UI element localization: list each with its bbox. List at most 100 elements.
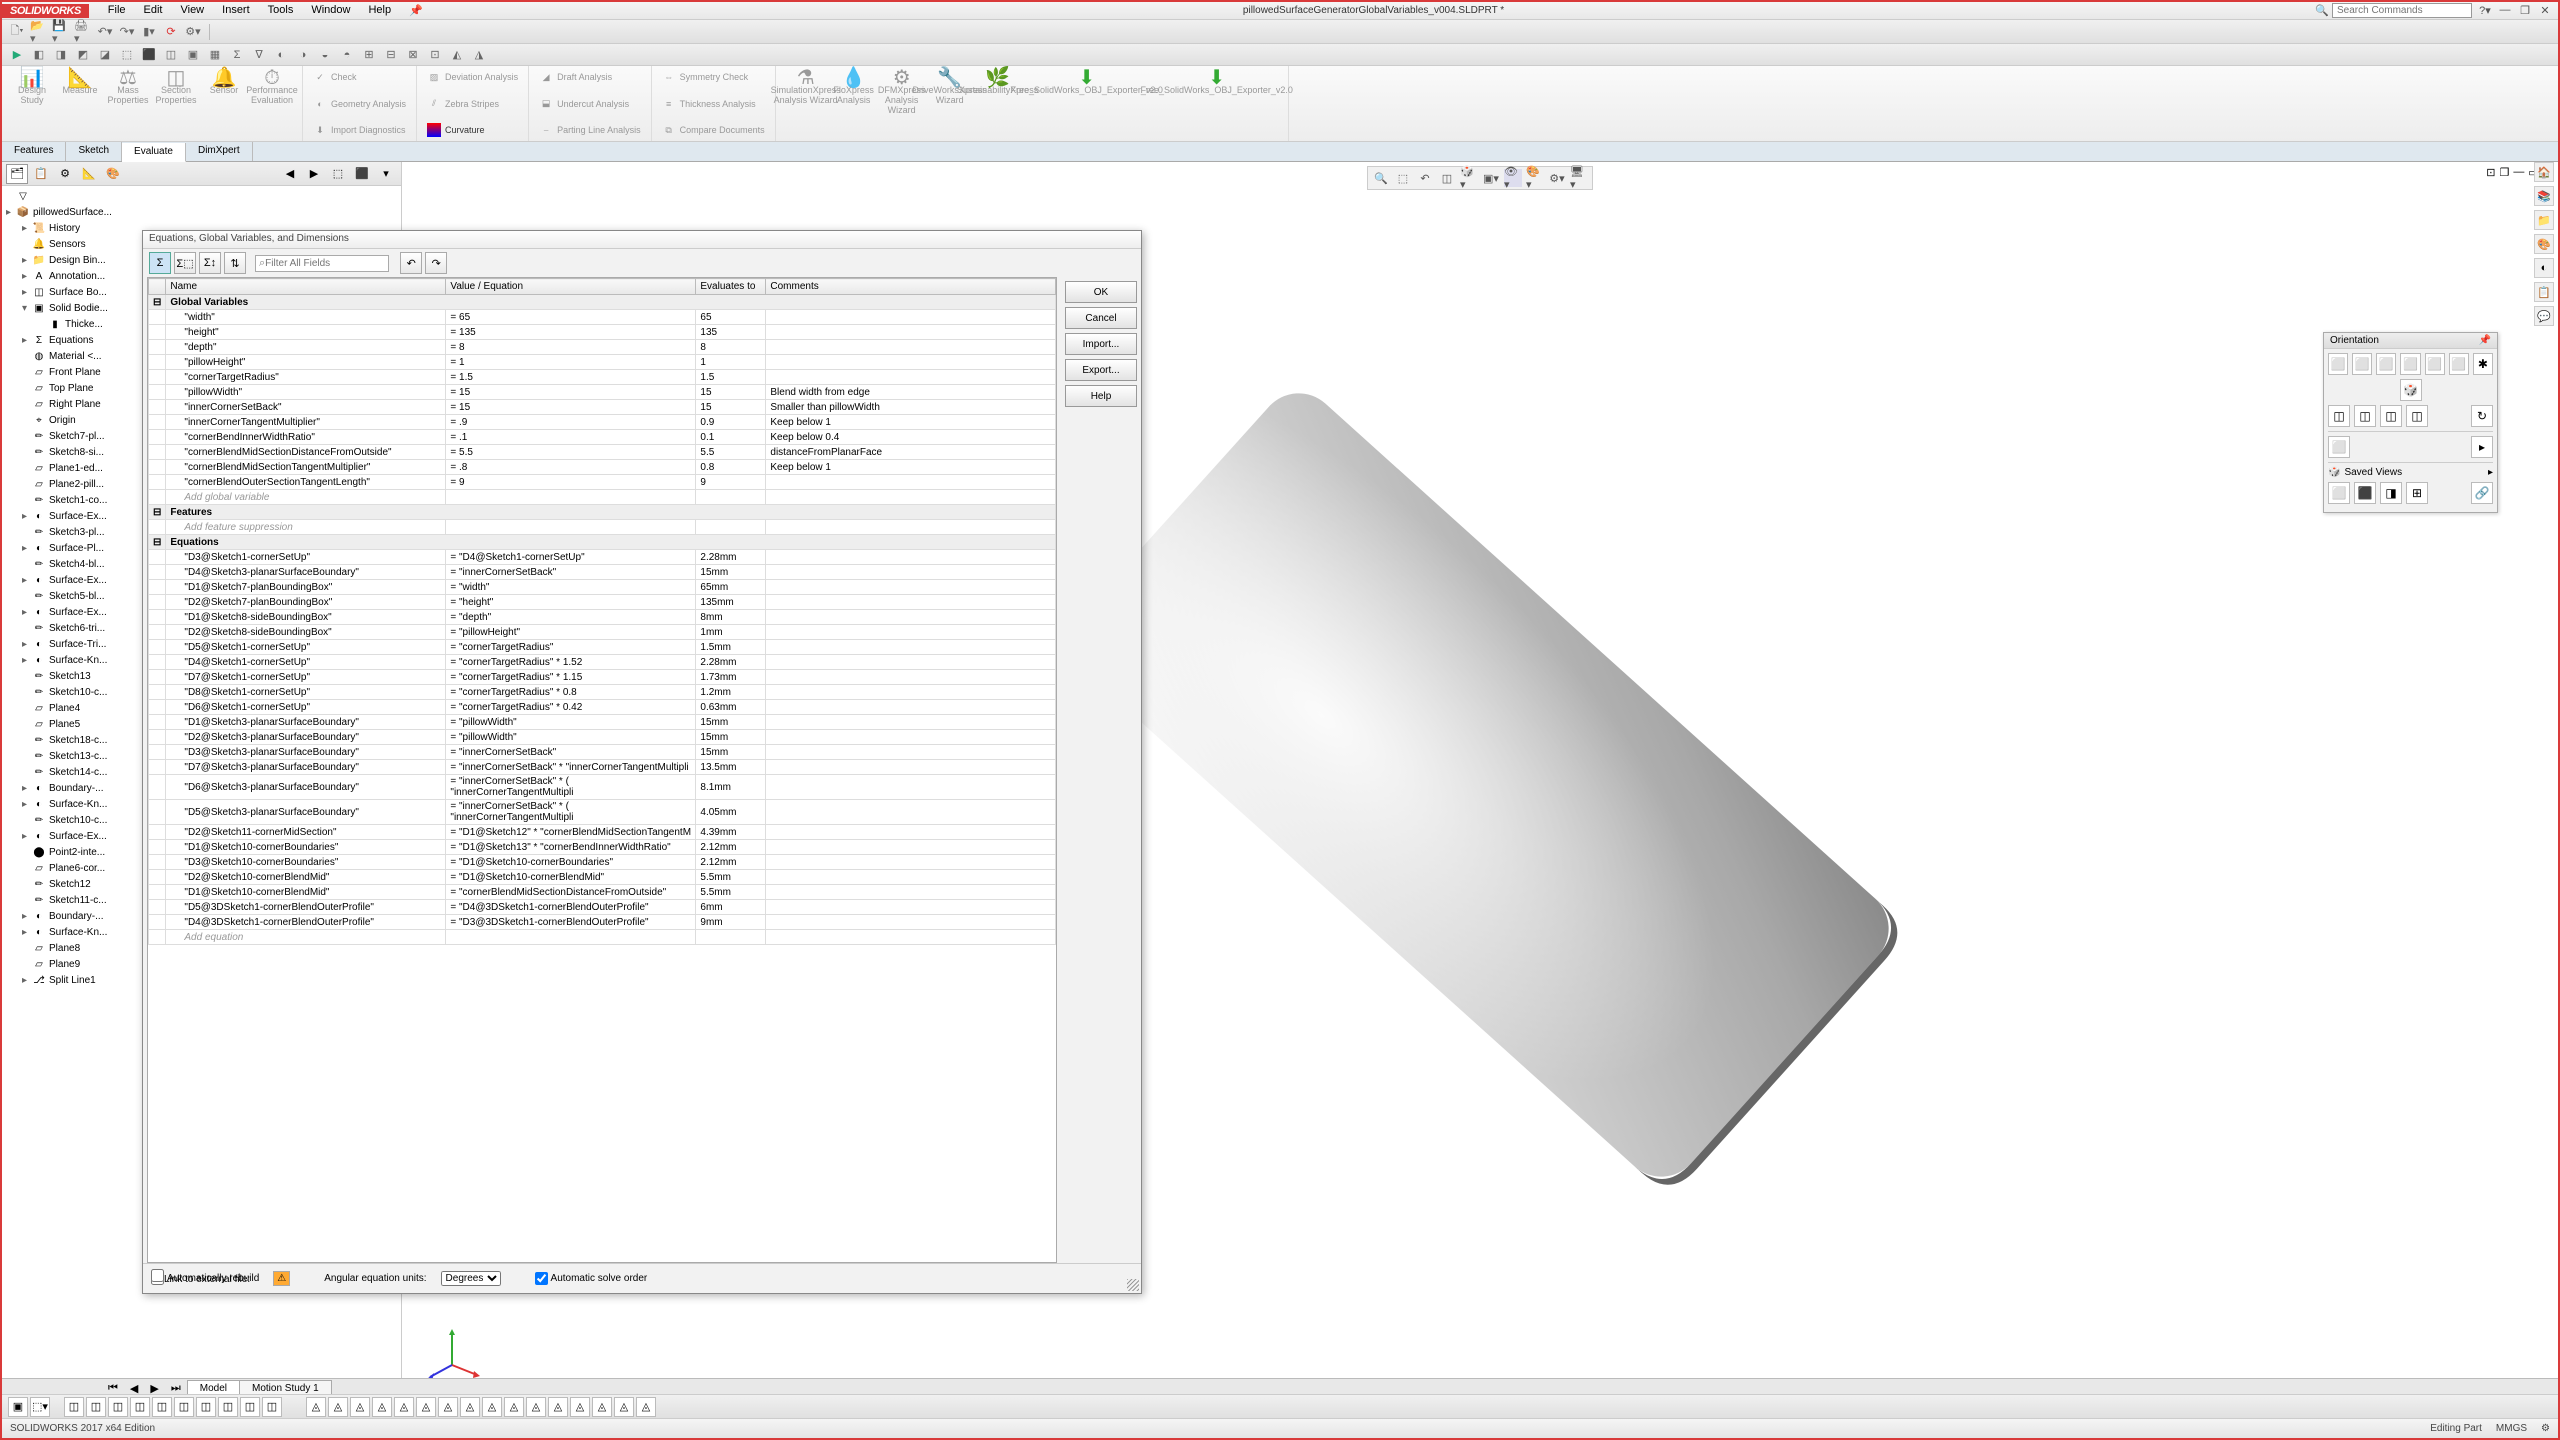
equation-row[interactable]: "D3@Sketch10-cornerBoundaries"= "D1@Sket… [149, 855, 1056, 870]
tb-icon[interactable]: ⬛ [140, 46, 158, 64]
import-diag-button[interactable]: ⬇Import Diagnostics [309, 122, 410, 138]
cancel-button[interactable]: Cancel [1065, 307, 1137, 329]
equation-row[interactable]: "D7@Sketch3-planarSurfaceBoundary"= "inn… [149, 760, 1056, 775]
bt-icon[interactable]: ◬ [482, 1397, 502, 1417]
draft-analysis-button[interactable]: ◢Draft Analysis [535, 69, 645, 85]
tb-icon[interactable]: ◐ [272, 46, 290, 64]
vp-restore-icon[interactable]: — [2513, 166, 2524, 179]
bt-icon[interactable]: ◬ [306, 1397, 326, 1417]
equation-row[interactable]: "D2@Sketch3-planarSurfaceBoundary"= "pil… [149, 730, 1056, 745]
vp-2h-icon[interactable]: ⬛ [2354, 482, 2376, 504]
thickness-button[interactable]: ≡Thickness Analysis [658, 96, 769, 112]
obj-exporter-button[interactable]: ⬇Free_SolidWorks_OBJ_Exporter_v2.0 [1022, 69, 1152, 138]
menu-tools[interactable]: Tools [259, 2, 303, 19]
nav-filter-icon[interactable]: ⬛ [351, 164, 373, 184]
run-macro-icon[interactable]: ▶ [8, 46, 26, 64]
tb-icon[interactable]: ▣ [184, 46, 202, 64]
check-button[interactable]: ✓Check [309, 69, 410, 85]
tb-icon[interactable]: ⊠ [404, 46, 422, 64]
property-manager-tab-icon[interactable]: 📋 [30, 164, 52, 184]
bt-icon[interactable]: ◬ [394, 1397, 414, 1417]
measure-button[interactable]: 📐Measure [56, 69, 104, 138]
floxpress-button[interactable]: 💧FloXpress Analysis [830, 69, 878, 138]
display-style-icon[interactable]: ▣▾ [1482, 169, 1500, 187]
equation-row[interactable]: "D4@Sketch1-cornerSetUp"= "cornerTargetR… [149, 655, 1056, 670]
col-value[interactable]: Value / Equation [446, 279, 696, 295]
equation-row[interactable]: "pillowWidth"= 1515Blend width from edge [149, 385, 1056, 400]
menu-view[interactable]: View [171, 2, 213, 19]
select-icon[interactable]: ▮▾ [140, 23, 158, 41]
bt-icon[interactable]: ◫ [86, 1397, 106, 1417]
orient-left-icon[interactable]: ⬜ [2376, 353, 2396, 375]
tb-icon[interactable]: ◮ [470, 46, 488, 64]
menu-insert[interactable]: Insert [213, 2, 259, 19]
resize-grip[interactable] [1127, 1279, 1139, 1291]
deviation-button[interactable]: ▨Deviation Analysis [423, 69, 522, 85]
bt-icon[interactable]: ◬ [350, 1397, 370, 1417]
equations-table-wrap[interactable]: Name Value / Equation Evaluates to Comme… [147, 277, 1057, 1263]
equation-row[interactable]: "height"= 135135 [149, 325, 1056, 340]
prev-view-icon[interactable]: ↶ [1416, 169, 1434, 187]
equation-row[interactable]: "cornerBlendOuterSectionTangentLength"= … [149, 475, 1056, 490]
bt-icon[interactable]: ◫ [240, 1397, 260, 1417]
eqn-view-ordered-icon[interactable]: Σ↕ [199, 252, 221, 274]
saved-views-expand-icon[interactable]: ▸ [2488, 467, 2493, 478]
bt-icon[interactable]: ◬ [372, 1397, 392, 1417]
tb-icon[interactable]: ◒ [316, 46, 334, 64]
eqn-view-all-icon[interactable]: Σ [149, 252, 171, 274]
sustainability-button[interactable]: 🌿SustainabilityXpress [974, 69, 1022, 138]
orient-iso3-icon[interactable]: ◫ [2380, 405, 2402, 427]
open-icon[interactable]: 📂▾ [30, 23, 48, 41]
orient-back-icon[interactable]: ⬜ [2352, 353, 2372, 375]
menu-window[interactable]: Window [302, 2, 359, 19]
eqn-redo-icon[interactable]: ↷ [425, 252, 447, 274]
eqn-view-dim-icon[interactable]: Σ⬚ [174, 252, 196, 274]
taskpane-custom-props-icon[interactable]: 📋 [2534, 282, 2554, 302]
tab-dimxpert[interactable]: DimXpert [186, 142, 253, 161]
save-icon[interactable]: 💾▾ [52, 23, 70, 41]
equation-row[interactable]: "pillowHeight"= 11 [149, 355, 1056, 370]
orient-top-icon[interactable]: ⬜ [2425, 353, 2445, 375]
curvature-button[interactable]: Curvature [423, 122, 522, 138]
equation-row[interactable]: "D7@Sketch1-cornerSetUp"= "cornerTargetR… [149, 670, 1056, 685]
equation-row[interactable]: "D2@Sketch11-cornerMidSection"= "D1@Sket… [149, 825, 1056, 840]
config-manager-tab-icon[interactable]: ⚙ [54, 164, 76, 184]
compare-docs-button[interactable]: ⧉Compare Documents [658, 122, 769, 138]
bt-icon[interactable]: ◫ [218, 1397, 238, 1417]
vp-2v-icon[interactable]: ◨ [2380, 482, 2402, 504]
orient-more-icon[interactable]: ▸ [2471, 436, 2493, 458]
bt-icon[interactable]: ◫ [196, 1397, 216, 1417]
orient-new-view-icon[interactable]: ✱ [2473, 353, 2493, 375]
driveworksxpress-button[interactable]: 🔧DriveWorksXpress Wizard [926, 69, 974, 138]
orient-front-icon[interactable]: ⬜ [2328, 353, 2348, 375]
filter-input[interactable] [265, 258, 385, 269]
maximize-icon[interactable]: ❐ [2518, 4, 2532, 17]
tb-icon[interactable]: ◪ [96, 46, 114, 64]
bt-icon[interactable]: ◬ [636, 1397, 656, 1417]
equation-row[interactable]: "D6@Sketch3-planarSurfaceBoundary"= "inn… [149, 775, 1056, 800]
equation-row[interactable]: "innerCornerTangentMultiplier"= .90.9Kee… [149, 415, 1056, 430]
equation-row[interactable]: "D3@Sketch3-planarSurfaceBoundary"= "inn… [149, 745, 1056, 760]
col-comments[interactable]: Comments [766, 279, 1056, 295]
orient-right-icon[interactable]: ⬜ [2400, 353, 2420, 375]
redo-icon[interactable]: ↷▾ [118, 23, 136, 41]
bt-icon[interactable]: ◬ [504, 1397, 524, 1417]
equation-row[interactable]: "D3@Sketch1-cornerSetUp"= "D4@Sketch1-co… [149, 550, 1056, 565]
equation-row[interactable]: "D1@Sketch10-cornerBoundaries"= "D1@Sket… [149, 840, 1056, 855]
col-evaluates[interactable]: Evaluates to [696, 279, 766, 295]
export-button[interactable]: Export... [1065, 359, 1137, 381]
bt-icon[interactable]: ◬ [592, 1397, 612, 1417]
equation-row[interactable]: "D1@Sketch8-sideBoundingBox"= "depth"8mm [149, 610, 1056, 625]
orient-iso-icon[interactable]: 🎲 [2400, 379, 2422, 401]
tb-icon[interactable]: ◩ [74, 46, 92, 64]
taskpane-appearances-icon[interactable]: ◐ [2534, 258, 2554, 278]
vp-1-icon[interactable]: ⬜ [2328, 482, 2350, 504]
equation-row[interactable]: "D1@Sketch10-cornerBlendMid"= "cornerBle… [149, 885, 1056, 900]
parting-line-button[interactable]: ⎯Parting Line Analysis [535, 122, 645, 138]
search-commands-input[interactable] [2332, 3, 2472, 18]
tree-item[interactable]: ▸📦pillowedSurface... [6, 204, 397, 220]
equation-row[interactable]: "D5@3DSketch1-cornerBlendOuterProfile"= … [149, 900, 1056, 915]
sensor-button[interactable]: 🔔Sensor [200, 69, 248, 138]
undercut-button[interactable]: ⬓Undercut Analysis [535, 96, 645, 112]
orientation-title[interactable]: Orientation📌 [2324, 333, 2497, 349]
